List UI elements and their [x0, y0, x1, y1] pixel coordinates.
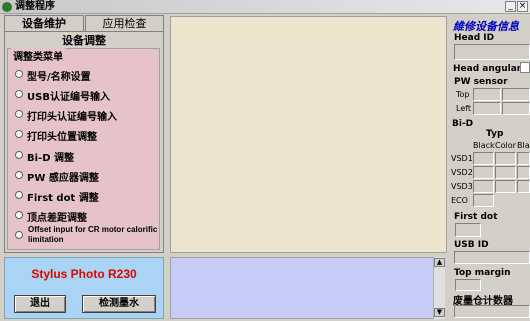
- top-margin-label: Top margin: [454, 268, 511, 278]
- vsd2-color-cell: [495, 166, 516, 179]
- eco-label: ECO: [451, 196, 468, 205]
- radio-pw-sensor[interactable]: [15, 171, 23, 179]
- vsd1-label: VSD1: [451, 154, 473, 163]
- col-black-label: Black: [473, 141, 495, 150]
- scroll-down-icon[interactable]: ▼: [434, 308, 445, 317]
- pw-left-field: [473, 102, 501, 115]
- scroll-up-icon[interactable]: ▲: [434, 258, 445, 267]
- check-ink-button[interactable]: 检测墨水: [82, 295, 156, 313]
- pane-title: 设备调整: [62, 34, 106, 47]
- first-dot-field: [455, 223, 481, 237]
- pw-left-field-2: [502, 102, 530, 115]
- ink-counter-field: [454, 305, 530, 318]
- menu-item-offset-cr[interactable]: Offset input for CR motor calorific limi…: [28, 225, 158, 245]
- pw-top-field-2: [502, 88, 530, 101]
- radio-model-name[interactable]: [15, 70, 23, 78]
- title-bar: 调整程序 _ ×: [0, 0, 530, 14]
- head-angular-label: Head angular: [453, 64, 522, 74]
- vsd2-black-cell: [473, 166, 494, 179]
- vsd3-color-cell: [495, 180, 516, 193]
- radio-top-margin[interactable]: [15, 211, 23, 219]
- vsd3-black-cell: [473, 180, 494, 193]
- radio-usb-id[interactable]: [15, 90, 23, 98]
- menu-item-usb-id[interactable]: USB认证编号输入: [27, 88, 110, 103]
- vsd3-bla-cell: [517, 180, 530, 193]
- typ-label: Typ: [486, 129, 504, 139]
- app-icon: [2, 2, 12, 12]
- menu-item-head-id[interactable]: 打印头认证编号输入: [27, 108, 117, 123]
- left-label: Left: [456, 104, 472, 113]
- service-info-title: 維修设备信息: [453, 20, 519, 33]
- usb-id-field: [454, 251, 530, 264]
- col-color-label: Color: [495, 141, 516, 150]
- log-area[interactable]: [170, 257, 443, 319]
- radio-first-dot[interactable]: [15, 191, 23, 199]
- model-name: Stylus Photo R230: [31, 267, 137, 281]
- radio-head-position[interactable]: [15, 130, 23, 138]
- usb-id-label: USB ID: [454, 240, 489, 250]
- head-id-label: Head ID: [454, 33, 495, 43]
- menu-legend: 调整类菜单: [11, 48, 65, 63]
- radio-head-id[interactable]: [15, 110, 23, 118]
- close-button[interactable]: ×: [517, 1, 528, 12]
- head-angular-field: [520, 62, 530, 73]
- menu-item-model-name[interactable]: 型号/名称设置: [27, 68, 91, 83]
- menu-item-bid[interactable]: Bi-D 调整: [27, 149, 74, 164]
- vsd1-color-cell: [495, 152, 516, 165]
- top-label: Top: [456, 90, 470, 99]
- vsd2-bla-cell: [517, 166, 530, 179]
- vsd1-black-cell: [473, 152, 494, 165]
- col-bla-label: Bla: [517, 141, 530, 150]
- tab-device-maintenance[interactable]: 设备维护: [4, 15, 84, 31]
- window-title: 调整程序: [15, 1, 55, 12]
- first-dot-label: First dot: [454, 212, 498, 222]
- pw-sensor-label: PW sensor: [454, 77, 508, 87]
- vsd3-label: VSD3: [451, 182, 473, 191]
- vsd2-label: VSD2: [451, 168, 473, 177]
- bid-label: Bi-D: [452, 119, 474, 129]
- menu-item-top-margin[interactable]: 顶点差距调整: [27, 209, 87, 224]
- head-id-field: [454, 44, 530, 60]
- radio-bid[interactable]: [15, 151, 23, 159]
- radio-offset-cr[interactable]: [15, 231, 23, 239]
- top-margin-field: [455, 279, 481, 291]
- menu-item-pw-sensor[interactable]: PW 感应器调整: [27, 169, 99, 184]
- eco-black-cell: [473, 194, 494, 207]
- vsd1-bla-cell: [517, 152, 530, 165]
- menu-item-first-dot[interactable]: First dot 调整: [27, 189, 99, 204]
- log-scrollbar[interactable]: ▲ ▼: [433, 257, 445, 319]
- exit-button[interactable]: 退出: [14, 295, 66, 313]
- main-display-area: [170, 16, 447, 253]
- pw-top-field: [473, 88, 501, 101]
- tab-application-check[interactable]: 应用检查: [85, 15, 164, 31]
- menu-item-head-position[interactable]: 打印头位置调整: [27, 128, 97, 143]
- minimize-button[interactable]: _: [505, 1, 516, 12]
